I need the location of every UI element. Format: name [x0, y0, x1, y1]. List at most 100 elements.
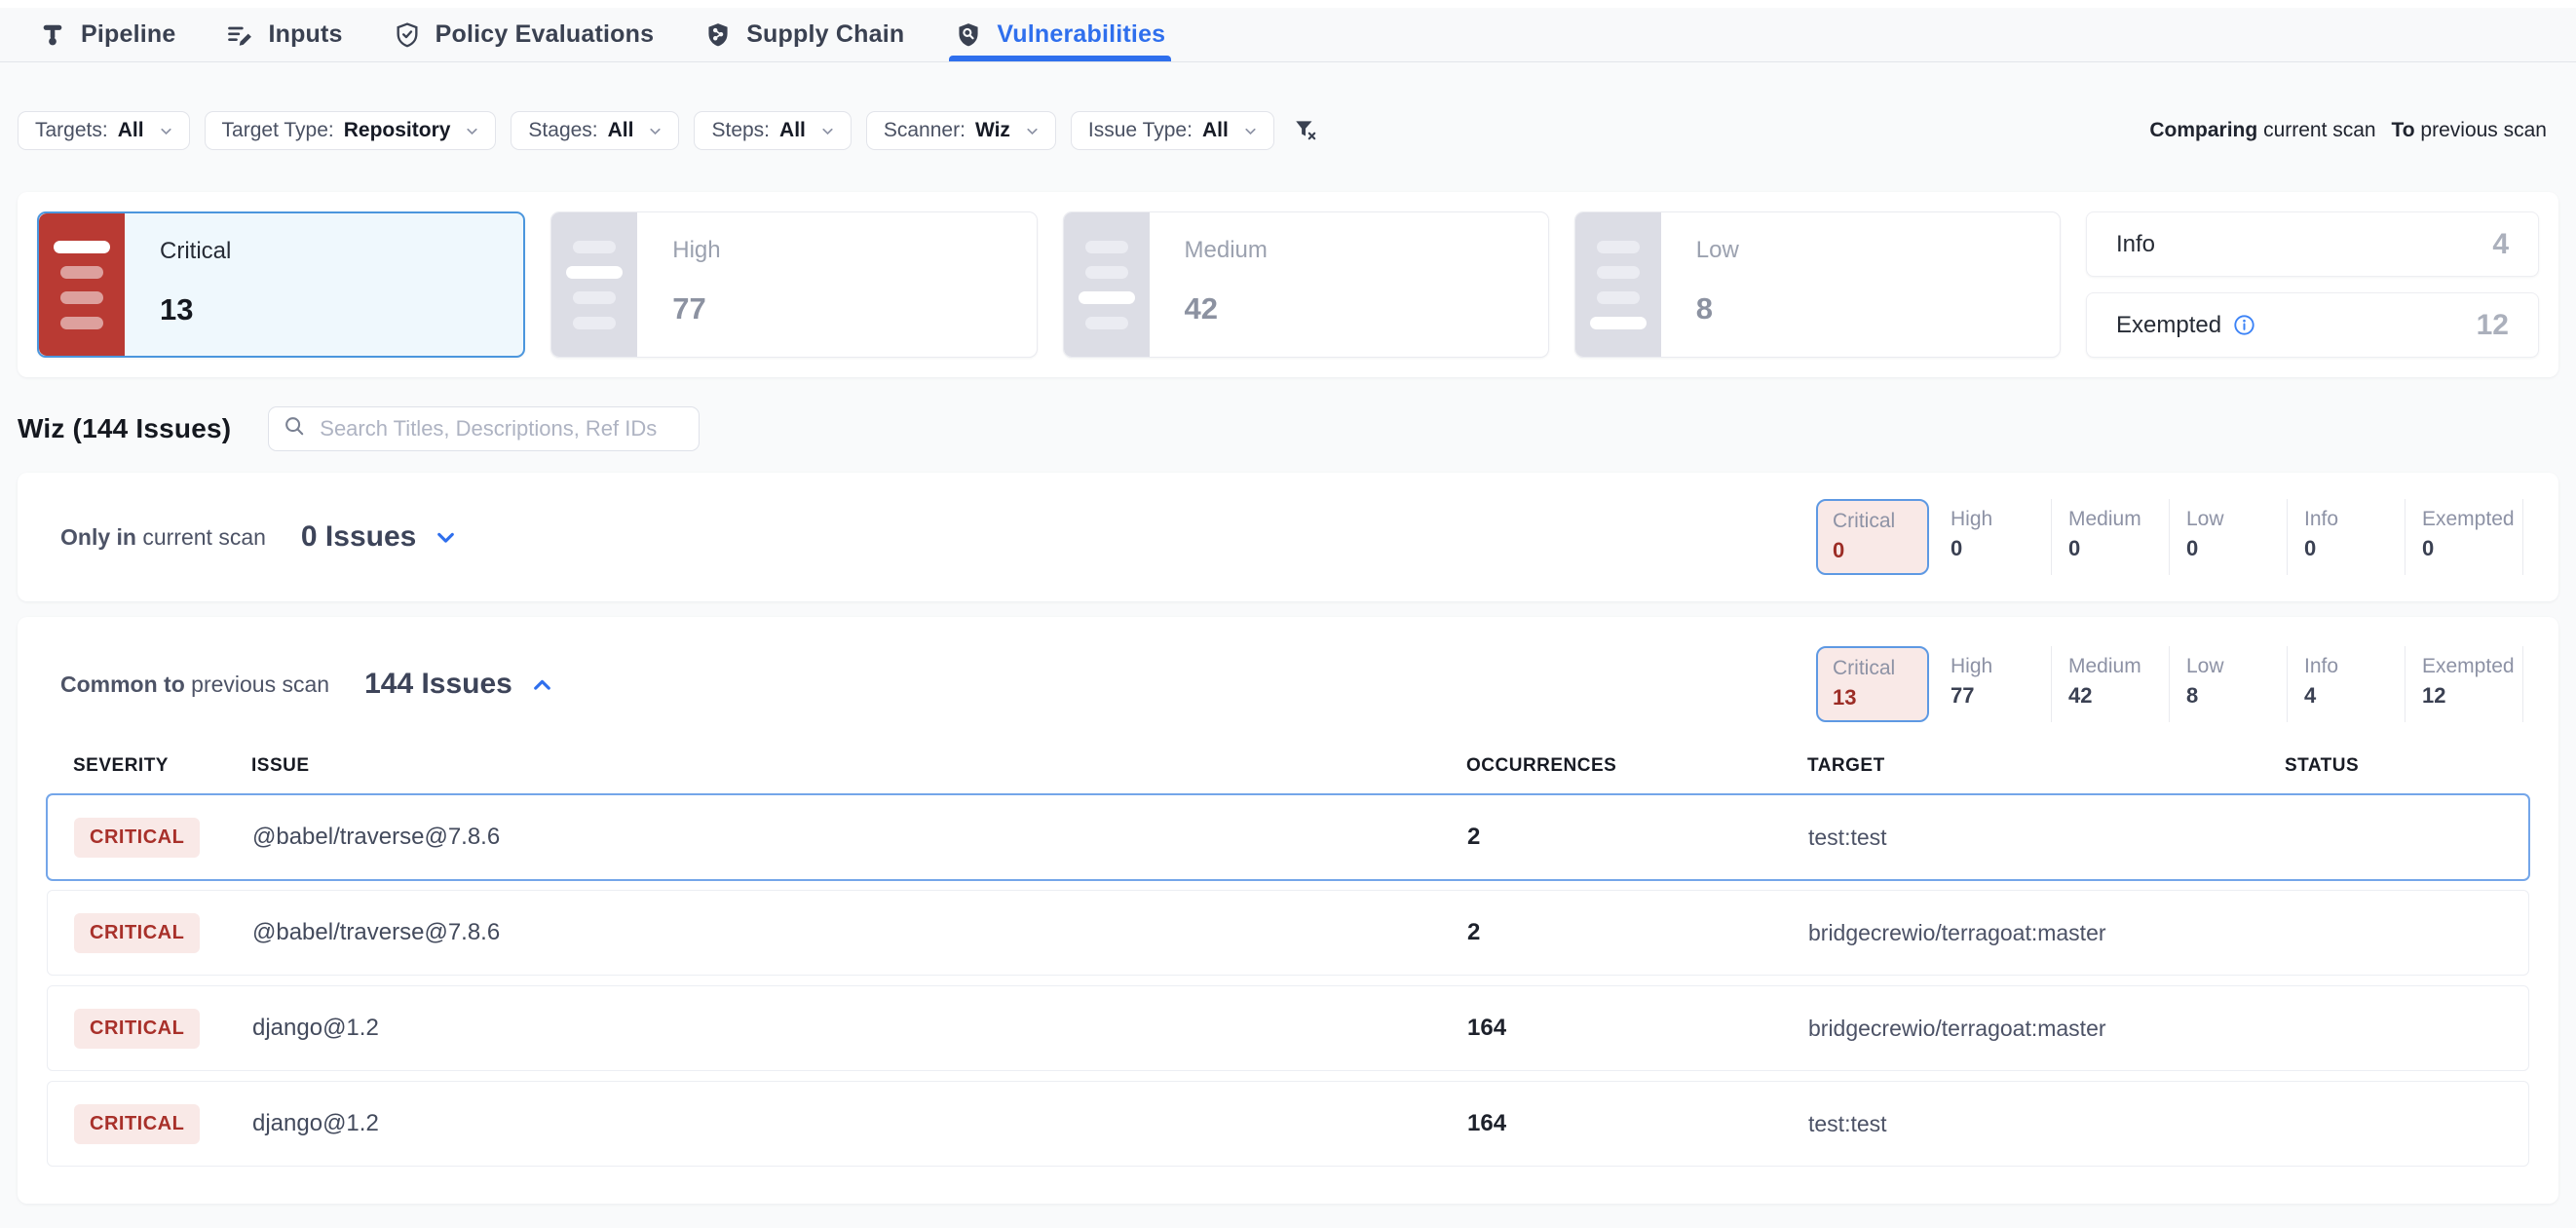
occurrences-cell: 164 [1467, 1110, 1808, 1137]
shield-check-icon [394, 21, 421, 49]
target-cell: test:test [1808, 825, 2286, 851]
exempted-card[interactable]: Exempted 12 [2086, 292, 2539, 358]
severity-chip-low[interactable]: Low 0 [2170, 499, 2288, 575]
filter-bar: Targets: All Target Type: Repository Sta… [18, 111, 2558, 150]
filter-targets[interactable]: Targets: All [18, 111, 190, 150]
chip-label: Exempted [2422, 508, 2522, 531]
severity-card-low[interactable]: Low 8 [1574, 211, 2061, 358]
info-card-count: 4 [2492, 228, 2509, 261]
column-header-issue: ISSUE [251, 755, 1466, 777]
filter-scanner[interactable]: Scanner: Wiz [866, 111, 1056, 150]
chip-value: 0 [2422, 536, 2522, 561]
severity-bars-icon [39, 213, 125, 356]
table-header: SEVERITY ISSUE OCCURRENCES TARGET STATUS [18, 722, 2558, 794]
column-header-occurrences: OCCURRENCES [1466, 755, 1807, 777]
filter-x-icon [1293, 117, 1318, 145]
section-prefix: Only in current scan [60, 524, 266, 551]
chip-label: Info [2304, 655, 2405, 678]
results-heading: Wiz (144 Issues) [18, 413, 231, 444]
severity-card-label: Low [1696, 237, 1739, 264]
tab-inputs[interactable]: Inputs [226, 8, 342, 61]
chip-value: 0 [1833, 538, 1927, 563]
severity-chip-info[interactable]: Info 4 [2288, 646, 2406, 722]
pipeline-icon [39, 21, 66, 49]
filter-target-type[interactable]: Target Type: Repository [205, 111, 497, 150]
filter-label: Target Type: [222, 119, 334, 142]
table-body: CRITICAL @babel/traverse@7.8.6 2 test:te… [47, 794, 2529, 1167]
tab-vulnerabilities[interactable]: Vulnerabilities [955, 8, 1165, 61]
chip-label: Medium [2068, 655, 2169, 678]
chevron-down-icon [158, 123, 174, 139]
shield-nodes-icon [704, 21, 732, 49]
comparing-bold: To [2391, 119, 2414, 141]
table-row[interactable]: CRITICAL @babel/traverse@7.8.6 2 bridgec… [47, 890, 2529, 976]
chip-label: Info [2304, 508, 2405, 531]
chevron-up-icon[interactable] [530, 672, 554, 697]
column-header-target: TARGET [1807, 755, 2285, 777]
severity-chip-low[interactable]: Low 8 [2170, 646, 2288, 722]
chip-label: Medium [2068, 508, 2169, 531]
chip-value: 0 [2068, 536, 2169, 561]
severity-chips-row: Critical 0 High 0 Medium 0 Low 0 Info 0 … [1816, 499, 2523, 575]
shield-search-icon [955, 21, 982, 49]
side-cards: Info 4 Exempted 12 [2086, 211, 2539, 358]
chevron-down-icon [1242, 123, 1259, 139]
only-in-current-scan-section: Only in current scan 0 Issues Critical 0… [18, 473, 2558, 601]
severity-badge: CRITICAL [74, 1104, 200, 1144]
chip-value: 4 [2304, 683, 2405, 709]
severity-chip-exempted[interactable]: Exempted 0 [2406, 499, 2523, 575]
page-body: Targets: All Target Type: Repository Sta… [0, 62, 2576, 1228]
severity-badge: CRITICAL [74, 1009, 200, 1049]
chip-value: 13 [1833, 685, 1927, 710]
severity-chip-critical[interactable]: Critical 0 [1816, 499, 1929, 575]
occurrences-cell: 2 [1467, 919, 1808, 946]
filter-issue-type[interactable]: Issue Type: All [1071, 111, 1274, 150]
filter-stages[interactable]: Stages: All [511, 111, 679, 150]
severity-chip-exempted[interactable]: Exempted 12 [2406, 646, 2523, 722]
search-box[interactable] [268, 406, 700, 451]
tab-label: Vulnerabilities [997, 20, 1165, 49]
chevron-down-icon [819, 123, 836, 139]
severity-chip-info[interactable]: Info 0 [2288, 499, 2406, 575]
search-icon [283, 414, 307, 443]
table-row[interactable]: CRITICAL django@1.2 164 test:test [47, 1081, 2529, 1167]
tab-supply-chain[interactable]: Supply Chain [704, 8, 904, 61]
severity-bars-icon [1575, 212, 1661, 357]
severity-chip-high[interactable]: High 77 [1934, 646, 2052, 722]
tab-label: Pipeline [81, 20, 175, 49]
occurrences-cell: 164 [1467, 1015, 1808, 1042]
severity-card-critical[interactable]: Critical 13 [37, 211, 525, 358]
tab-policy-evaluations[interactable]: Policy Evaluations [394, 8, 655, 61]
info-card[interactable]: Info 4 [2086, 211, 2539, 277]
occurrences-cell: 2 [1467, 824, 1808, 851]
severity-chip-critical[interactable]: Critical 13 [1816, 646, 1929, 722]
chip-value: 42 [2068, 683, 2169, 709]
chip-label: Exempted [2422, 655, 2522, 678]
chip-label: High [1951, 655, 2051, 678]
filter-label: Targets: [35, 119, 108, 142]
chevron-down-icon[interactable] [434, 525, 458, 550]
severity-chip-medium[interactable]: Medium 0 [2052, 499, 2170, 575]
filter-label: Issue Type: [1088, 119, 1193, 142]
info-card-label: Info [2116, 231, 2155, 258]
severity-card-count: 8 [1696, 291, 1739, 326]
severity-chip-high[interactable]: High 0 [1934, 499, 2052, 575]
severity-chip-medium[interactable]: Medium 42 [2052, 646, 2170, 722]
issue-cell: django@1.2 [252, 1110, 1467, 1137]
chip-label: Low [2186, 655, 2287, 678]
chip-value: 8 [2186, 683, 2287, 709]
table-row[interactable]: CRITICAL django@1.2 164 bridgecrewio/ter… [47, 985, 2529, 1071]
tab-label: Inputs [268, 20, 342, 49]
search-input[interactable] [318, 415, 685, 442]
info-icon[interactable] [2233, 314, 2255, 336]
filter-steps[interactable]: Steps: All [694, 111, 851, 150]
tab-label: Supply Chain [746, 20, 904, 49]
chip-label: Critical [1833, 510, 1927, 533]
clear-filters-button[interactable] [1289, 117, 1322, 145]
common-to-previous-scan-section: Common to previous scan 144 Issues Criti… [18, 617, 2558, 1204]
table-row[interactable]: CRITICAL @babel/traverse@7.8.6 2 test:te… [47, 794, 2529, 880]
filter-value: All [779, 119, 806, 142]
severity-card-medium[interactable]: Medium 42 [1063, 211, 1549, 358]
tab-pipeline[interactable]: Pipeline [39, 8, 175, 61]
severity-card-high[interactable]: High 77 [550, 211, 1037, 358]
